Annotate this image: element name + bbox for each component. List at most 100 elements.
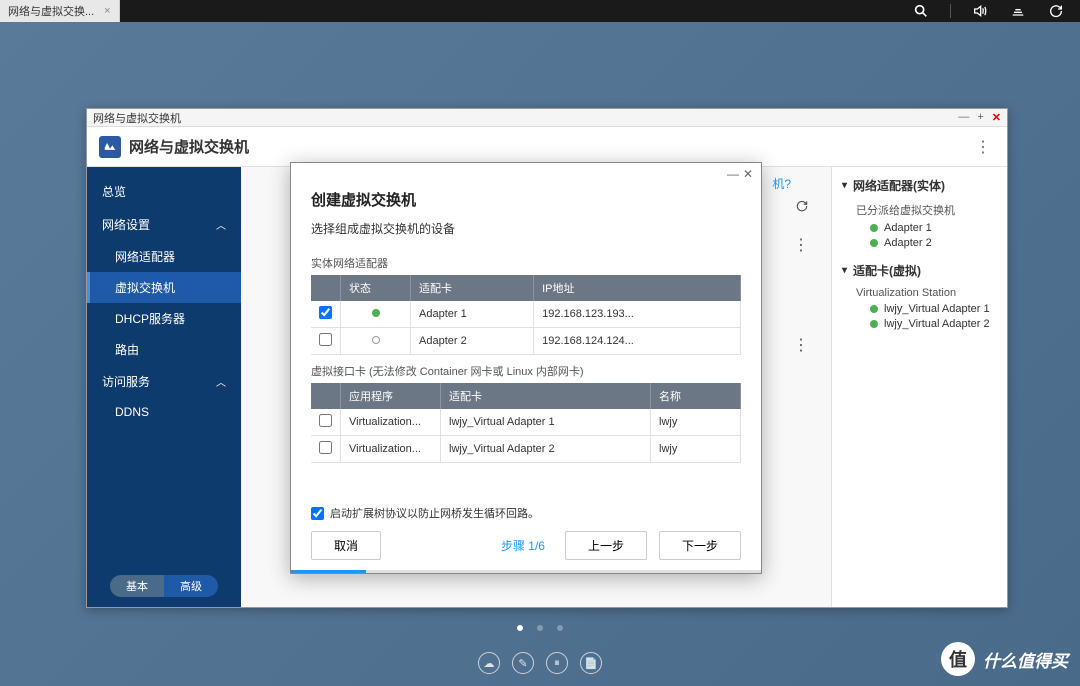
- chevron-up-icon: ︿: [216, 217, 226, 232]
- step-indicator: 步骤 1/6: [501, 537, 545, 554]
- row-checkbox[interactable]: [319, 441, 332, 454]
- status-dot-icon: [870, 305, 878, 313]
- chevron-up-icon: ︿: [216, 374, 226, 389]
- help-link[interactable]: 机?: [772, 175, 791, 192]
- status-dot-icon: [870, 239, 878, 247]
- status-on-icon: [372, 309, 380, 317]
- row-checkbox[interactable]: [319, 414, 332, 427]
- dialog-close-icon[interactable]: ✕: [743, 167, 753, 181]
- close-button[interactable]: ✕: [992, 111, 1001, 124]
- status-off-icon: [372, 336, 380, 344]
- refresh-button[interactable]: [795, 199, 809, 213]
- watermark: 值 什么值得买: [941, 642, 1068, 676]
- cell-ip: 192.168.123.193...: [534, 301, 741, 328]
- virtual-adapters-label: 虚拟接口卡 (无法修改 Container 网卡或 Linux 内部网卡): [311, 363, 741, 379]
- app-title: 网络与虚拟交换机: [129, 136, 249, 157]
- right-adapter-item[interactable]: Adapter 1: [870, 222, 997, 234]
- dock-tool-icon[interactable]: ✎: [512, 652, 534, 674]
- right-vadapter-item[interactable]: lwjy_Virtual Adapter 2: [870, 318, 997, 330]
- dock-pause-icon[interactable]: ⏸: [546, 652, 568, 674]
- refresh-icon[interactable]: [1047, 2, 1065, 20]
- search-icon[interactable]: [912, 2, 930, 20]
- status-dot-icon: [870, 224, 878, 232]
- adapter-label: Adapter 2: [884, 237, 932, 249]
- status-dot-icon: [870, 320, 878, 328]
- sidebar-item-ddns[interactable]: DDNS: [87, 398, 241, 426]
- table-row[interactable]: Adapter 1 192.168.123.193...: [311, 301, 741, 328]
- col-check: [311, 383, 341, 409]
- cell-app: Virtualization...: [341, 436, 441, 463]
- row-more-icon[interactable]: ⋮: [793, 235, 809, 255]
- col-check: [311, 275, 341, 301]
- sidebar-item-adapter[interactable]: 网络适配器: [87, 241, 241, 272]
- cell-adapter: lwjy_Virtual Adapter 1: [441, 409, 651, 436]
- app-header: 网络与虚拟交换机 ⋮: [87, 127, 1007, 167]
- cell-adapter: lwjy_Virtual Adapter 2: [441, 436, 651, 463]
- right-adapter-item[interactable]: Adapter 2: [870, 237, 997, 249]
- right-physical-title[interactable]: 网络适配器(实体): [842, 177, 997, 194]
- app-icon: [99, 136, 121, 158]
- right-vadapter-item[interactable]: lwjy_Virtual Adapter 1: [870, 303, 997, 315]
- table-row[interactable]: Virtualization... lwjy_Virtual Adapter 2…: [311, 436, 741, 463]
- sidebar-item-route[interactable]: 路由: [87, 334, 241, 365]
- adapter-label: Adapter 1: [884, 222, 932, 234]
- adapter-label: lwjy_Virtual Adapter 1: [884, 303, 990, 315]
- dialog-title: 创建虚拟交换机: [291, 181, 761, 214]
- cell-ip: 192.168.124.124...: [534, 328, 741, 355]
- right-vs-label: Virtualization Station: [856, 287, 997, 299]
- window-titlebar[interactable]: 网络与虚拟交换机 — + ✕: [87, 109, 1007, 127]
- page-dot[interactable]: [557, 625, 563, 631]
- col-app: 应用程序: [341, 383, 441, 409]
- col-ip: IP地址: [534, 275, 741, 301]
- right-panel: 网络适配器(实体) 已分派给虚拟交换机 Adapter 1 Adapter 2 …: [831, 167, 1007, 607]
- page-dot[interactable]: [537, 625, 543, 631]
- mode-toggle[interactable]: 基本 高级: [110, 575, 218, 597]
- col-adapter: 适配卡: [411, 275, 534, 301]
- sidebar-item-vswitch[interactable]: 虚拟交换机: [87, 272, 241, 303]
- divider: [950, 4, 951, 18]
- cancel-button[interactable]: 取消: [311, 531, 381, 560]
- cell-adapter: Adapter 1: [411, 301, 534, 328]
- row-more-icon[interactable]: ⋮: [793, 335, 809, 355]
- sidebar-item-dhcp[interactable]: DHCP服务器: [87, 303, 241, 334]
- maximize-button[interactable]: +: [977, 111, 983, 124]
- sidebar-label: 总览: [102, 183, 126, 200]
- taskbar-tab[interactable]: 网络与虚拟交换... ×: [0, 0, 120, 22]
- virtual-adapters-table: 应用程序 适配卡 名称 Virtualization... lwjy_Virtu…: [311, 383, 741, 463]
- physical-adapters-label: 实体网络适配器: [311, 255, 741, 271]
- row-checkbox[interactable]: [319, 306, 332, 319]
- table-row[interactable]: Virtualization... lwjy_Virtual Adapter 1…: [311, 409, 741, 436]
- dock-cloud-icon[interactable]: ☁: [478, 652, 500, 674]
- cell-adapter: Adapter 2: [411, 328, 534, 355]
- mode-advanced[interactable]: 高级: [164, 575, 218, 597]
- dashboard-icon[interactable]: [1009, 2, 1027, 20]
- dock: ☁ ✎ ⏸ 📄: [478, 652, 602, 674]
- sidebar-label: 网络设置: [102, 216, 150, 233]
- watermark-badge: 值: [941, 642, 975, 676]
- sidebar-item-access-service[interactable]: 访问服务 ︿: [87, 365, 241, 398]
- sidebar-label: 访问服务: [102, 373, 150, 390]
- desktop-page-dots[interactable]: [517, 625, 563, 631]
- row-checkbox[interactable]: [319, 333, 332, 346]
- minimize-button[interactable]: —: [958, 111, 969, 124]
- col-name: 名称: [651, 383, 741, 409]
- mode-basic[interactable]: 基本: [110, 575, 164, 597]
- right-virtual-title[interactable]: 适配卡(虚拟): [842, 262, 997, 279]
- table-row[interactable]: Adapter 2 192.168.124.124...: [311, 328, 741, 355]
- page-dot[interactable]: [517, 625, 523, 631]
- sidebar: 总览 网络设置 ︿ 网络适配器 虚拟交换机 DHCP服务器 路由 访问服务 ︿ DD…: [87, 167, 241, 607]
- dock-doc-icon[interactable]: 📄: [580, 652, 602, 674]
- col-status: 状态: [341, 275, 411, 301]
- create-vswitch-dialog: — ✕ 创建虚拟交换机 选择组成虚拟交换机的设备 实体网络适配器 状态 适配卡 …: [290, 162, 762, 574]
- prev-button[interactable]: 上一步: [565, 531, 647, 560]
- sidebar-item-overview[interactable]: 总览: [87, 175, 241, 208]
- close-tab-icon[interactable]: ×: [104, 5, 110, 17]
- cell-name: lwjy: [651, 436, 741, 463]
- dialog-minimize-icon[interactable]: —: [727, 167, 739, 181]
- system-taskbar: 网络与虚拟交换... ×: [0, 0, 1080, 22]
- volume-icon[interactable]: [971, 2, 989, 20]
- more-menu-icon[interactable]: ⋮: [971, 133, 995, 161]
- next-button[interactable]: 下一步: [659, 531, 741, 560]
- sidebar-item-network-settings[interactable]: 网络设置 ︿: [87, 208, 241, 241]
- stp-checkbox[interactable]: [311, 507, 324, 520]
